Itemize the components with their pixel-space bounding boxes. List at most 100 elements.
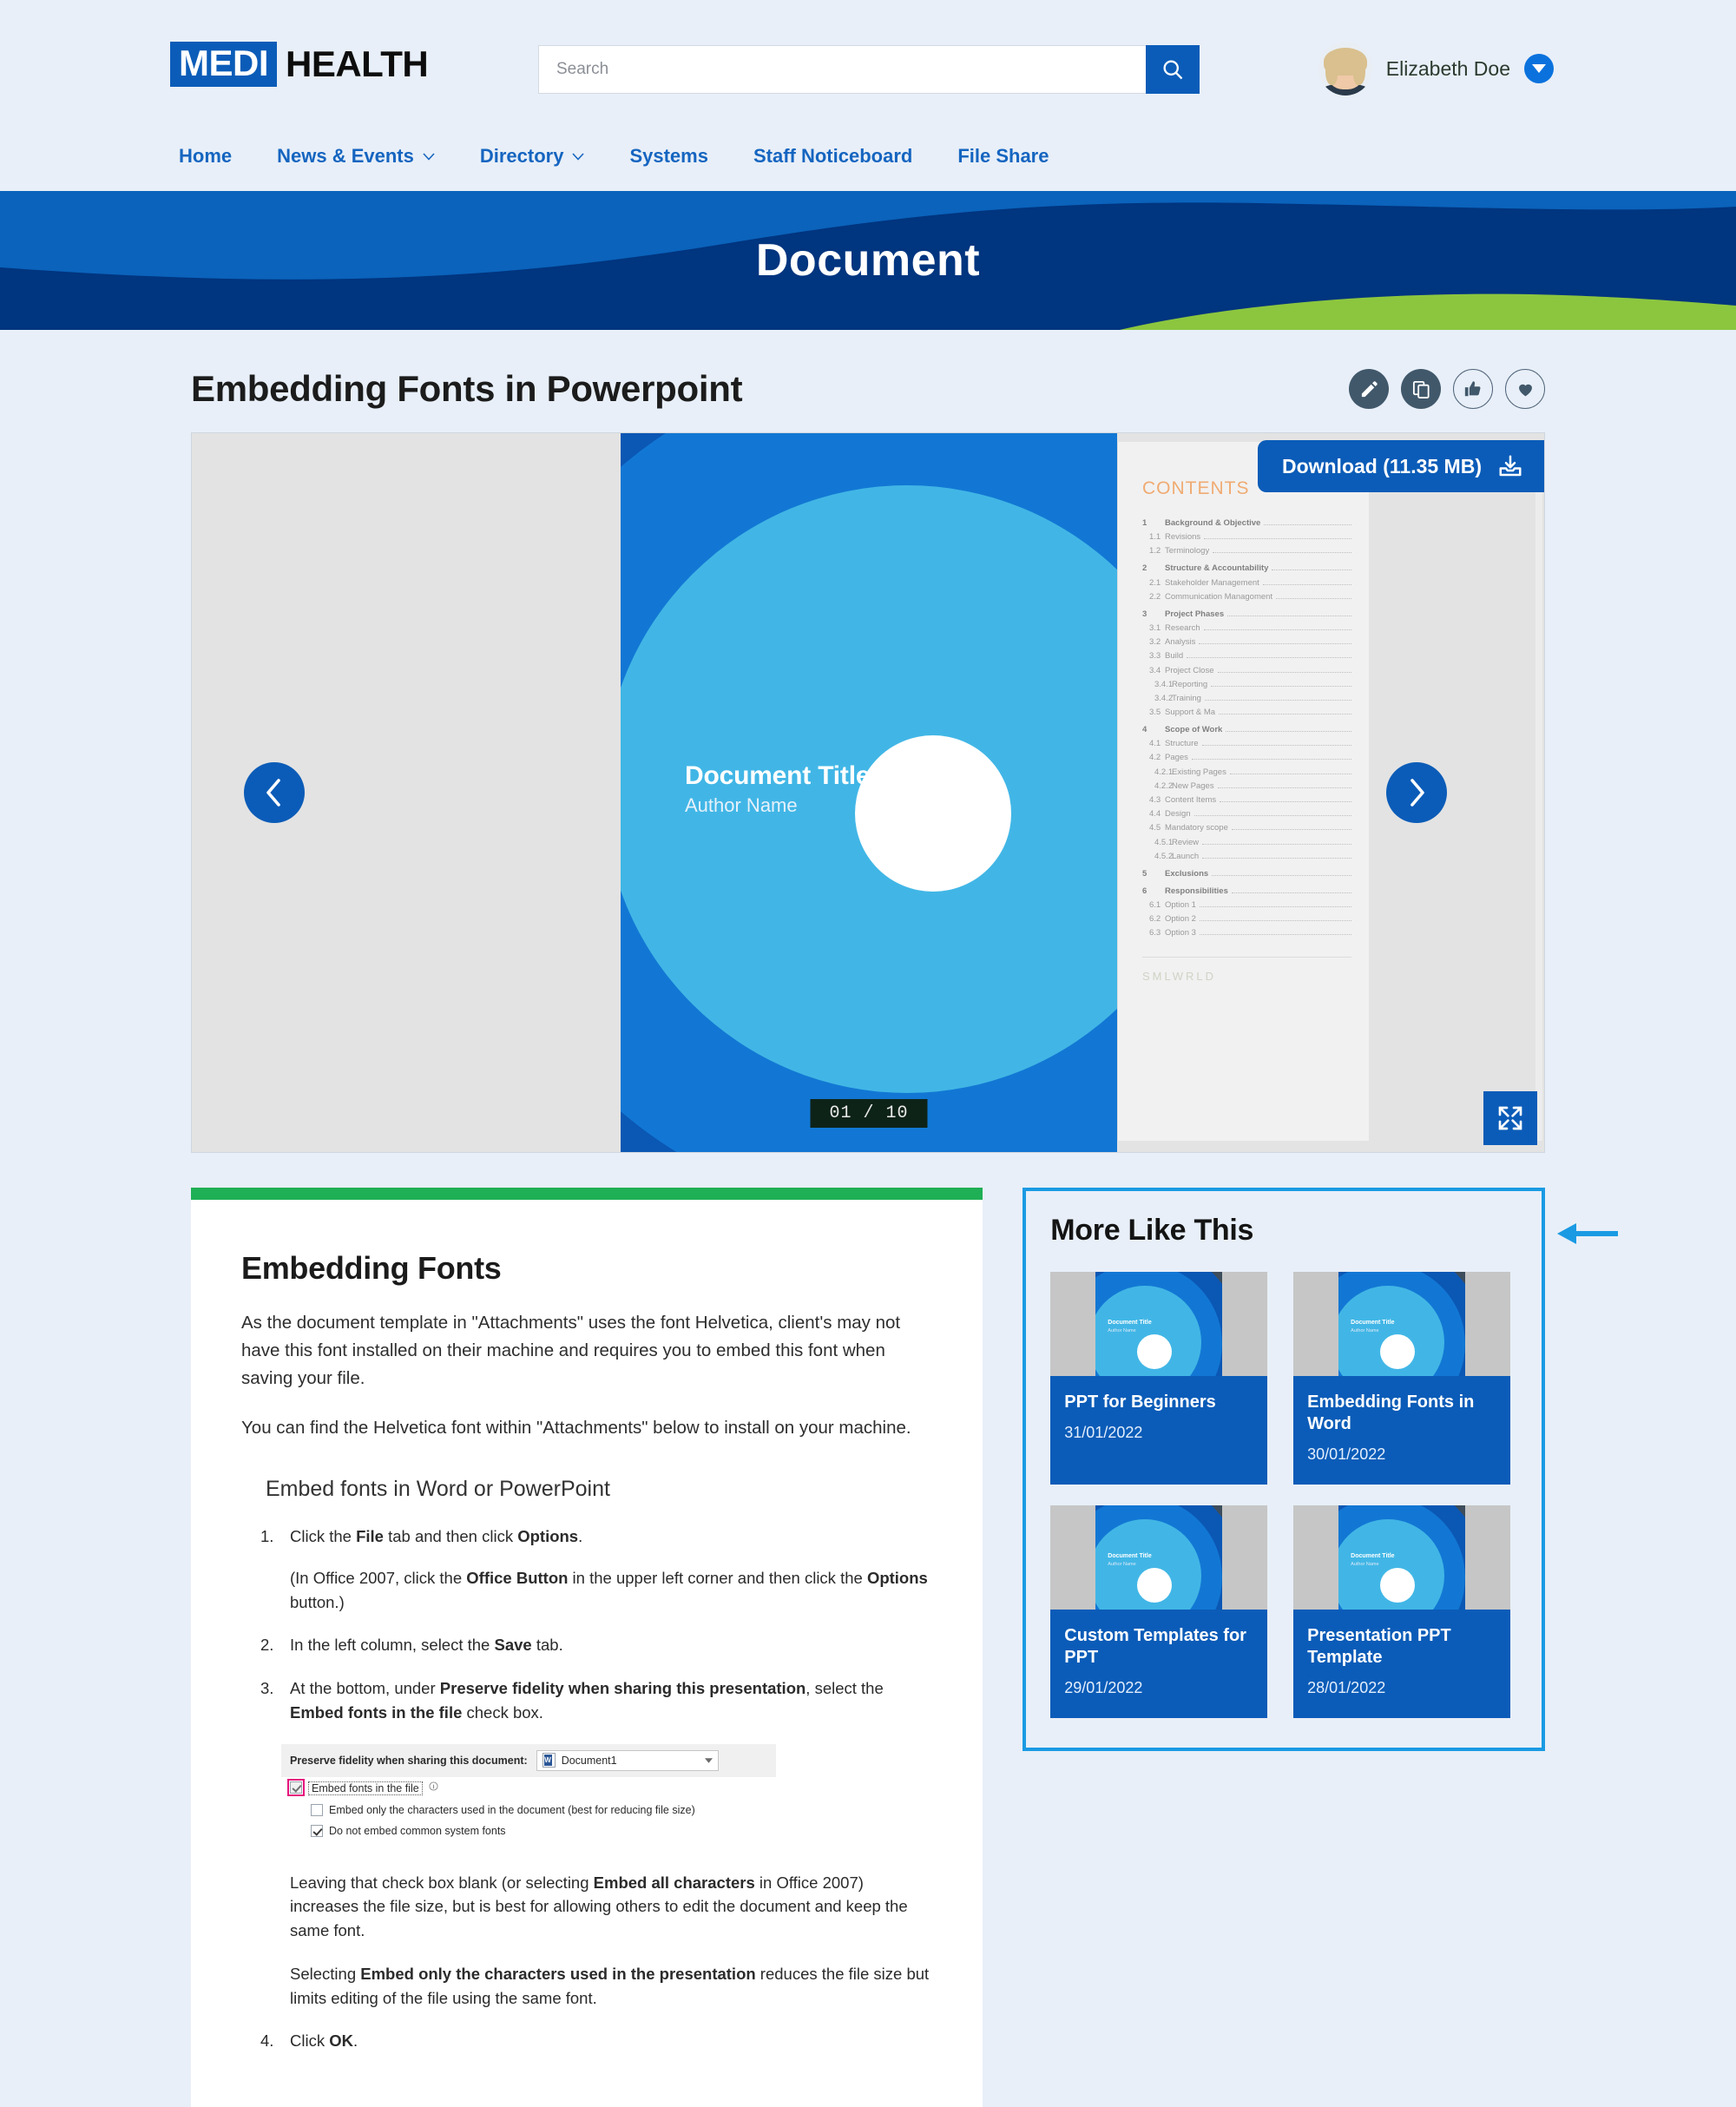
toc-leader-dots — [1201, 745, 1351, 747]
chevron-down-icon — [423, 152, 435, 161]
toc-number: 1.1 — [1149, 532, 1161, 543]
toc-row: 1.2 Terminology — [1142, 546, 1351, 556]
toc-row: 4.4 Design — [1142, 809, 1351, 819]
search-button[interactable] — [1146, 45, 1200, 94]
site-logo[interactable]: MEDI HEALTH — [170, 42, 429, 87]
toc-number: 1.2 — [1149, 546, 1161, 556]
related-card[interactable]: Document Title Author Name Embedding Fonts… — [1293, 1272, 1511, 1485]
user-menu-toggle[interactable] — [1524, 54, 1554, 83]
toc-label: Content Items — [1165, 795, 1217, 805]
page-title: Document — [755, 235, 981, 286]
toc-row: 2.1 Stakeholder Management — [1142, 578, 1351, 588]
embed-fonts-label: Embed fonts in the file — [308, 1781, 423, 1795]
toc-label: Launch — [1172, 851, 1200, 861]
download-button[interactable]: Download (11.35 MB) — [1257, 440, 1544, 492]
step-emphasis: Preserve fidelity when sharing this pres… — [439, 1679, 806, 1698]
annotation-arrow — [1557, 1221, 1618, 1247]
document-viewer[interactable]: Document Title Author Name 01 / 10 CONTE… — [191, 432, 1545, 1153]
step-text: . — [352, 2031, 358, 2051]
toc-leader-dots — [1213, 552, 1351, 554]
nav-item-file-share[interactable]: File Share — [957, 145, 1049, 168]
avatar — [1318, 42, 1372, 95]
embed-subset-checkbox[interactable] — [311, 1803, 323, 1816]
toc-number: 6.2 — [1149, 914, 1161, 925]
toc-row: 3.3 Build — [1142, 651, 1351, 661]
toc-leader-dots — [1212, 874, 1351, 876]
toc-label: Project Close — [1165, 665, 1214, 675]
related-card[interactable]: Document Title Author Name Presentation PP… — [1293, 1505, 1511, 1718]
next-slide-preview: CONTENTS 1 Background & Objective 1.1 Revis… — [1117, 442, 1369, 1141]
toc-row: 3.4.1 Reporting — [1142, 680, 1351, 689]
nav-item-systems[interactable]: Systems — [629, 145, 708, 168]
mini-slide: Document Title Author Name — [1338, 1272, 1466, 1376]
step-text: tab. — [531, 1636, 563, 1655]
nav-item-news-events[interactable]: News & Events — [277, 145, 435, 168]
current-slide: Document Title Author Name 01 / 10 — [621, 433, 1117, 1152]
note-emphasis: Embed all characters — [593, 1873, 755, 1892]
related-card[interactable]: Document Title Author Name Custom Template… — [1050, 1505, 1268, 1718]
related-card[interactable]: Document Title Author Name PPT for Beginne… — [1050, 1272, 1268, 1485]
related-card-title: Presentation PPT Template — [1307, 1626, 1451, 1667]
toc-leader-dots — [1226, 731, 1351, 733]
no-system-fonts-checkbox[interactable] — [311, 1824, 323, 1837]
toc-label: Existing Pages — [1172, 767, 1226, 777]
nav-item-directory[interactable]: Directory — [480, 145, 585, 168]
toc-row: 3 Project Phases — [1142, 609, 1351, 619]
toc-leader-dots — [1217, 671, 1351, 673]
toc-leader-dots — [1202, 857, 1351, 859]
toc-row: 1 Background & Objective — [1142, 518, 1351, 528]
more-like-this-heading: More Like This — [1050, 1214, 1254, 1247]
toc-label: Terminology — [1165, 546, 1210, 556]
toc-label: Revisions — [1165, 532, 1201, 543]
article-paragraph-1: As the document template in "Attachments… — [241, 1313, 901, 1388]
search-input[interactable] — [538, 45, 1146, 94]
toc-number: 6.1 — [1149, 899, 1161, 910]
nav-item-staff-noticeboard[interactable]: Staff Noticeboard — [753, 145, 912, 168]
info-icon — [429, 1781, 438, 1791]
nav-label: Directory — [479, 145, 564, 167]
toc-leader-dots — [1191, 759, 1351, 760]
favorite-button[interactable] — [1505, 369, 1545, 409]
edit-button[interactable] — [1349, 369, 1389, 409]
nav-item-home[interactable]: Home — [179, 145, 232, 168]
related-card-title: Custom Templates for PPT — [1064, 1626, 1246, 1667]
toc-leader-dots — [1276, 597, 1351, 599]
mini-slide-title: Document Title — [1108, 1320, 1152, 1326]
toc-label: Project Phases — [1165, 609, 1225, 619]
toc-leader-dots — [1202, 843, 1351, 845]
copy-button[interactable] — [1401, 369, 1441, 409]
fullscreen-button[interactable] — [1483, 1091, 1537, 1145]
next-slide-button[interactable] — [1386, 762, 1447, 823]
toc-number: 4.2.1 — [1154, 767, 1174, 777]
table-of-contents: 1 Background & Objective 1.1 Revisions 1.2 Te… — [1142, 518, 1351, 938]
viewer-scrollbar[interactable] — [1535, 442, 1542, 1141]
article-subheading: Embed fonts in Word or PowerPoint — [266, 1477, 610, 1502]
toc-row: 5 Exclusions — [1142, 869, 1351, 879]
previous-slide-button[interactable] — [244, 762, 305, 823]
toc-label: Option 3 — [1165, 928, 1196, 938]
embed-fonts-checkbox[interactable] — [287, 1778, 305, 1796]
preserve-fidelity-row: Preserve fidelity when sharing this docu… — [281, 1743, 776, 1777]
related-card-date: 31/01/2022 — [1064, 1424, 1143, 1441]
toc-leader-dots — [1204, 538, 1351, 540]
related-card-date: 30/01/2022 — [1307, 1445, 1386, 1463]
toc-label: Training — [1172, 693, 1201, 703]
thumbs-up-icon — [1464, 381, 1481, 397]
word-document-icon — [542, 1753, 556, 1768]
step-marker: 2. — [260, 1636, 274, 1655]
site-header: MEDI HEALTH Elizabeth Doe — [0, 0, 1736, 122]
step-item-3: 3. At the bottom, under Preserve fidelit… — [260, 1676, 932, 1725]
toc-leader-dots — [1231, 829, 1351, 831]
step-item-2: 2. In the left column, select the Save t… — [260, 1633, 932, 1657]
document-select[interactable]: Document1 — [536, 1749, 719, 1771]
mini-slide-title: Document Title — [1351, 1320, 1395, 1326]
viewer-right-gutter: CONTENTS 1 Background & Objective 1.1 Revis… — [1117, 433, 1544, 1152]
like-button[interactable] — [1453, 369, 1493, 409]
user-menu[interactable]: Elizabeth Doe — [1318, 42, 1554, 95]
step-text: . — [578, 1527, 583, 1546]
chevron-down-icon — [1532, 63, 1546, 73]
step-text: Click the — [290, 1527, 357, 1546]
article-paragraph-2: You can find the Helvetica font within "… — [241, 1418, 911, 1439]
copy-icon — [1412, 380, 1430, 398]
post-step-paragraph-2: Selecting Embed only the characters used… — [290, 1962, 932, 2011]
